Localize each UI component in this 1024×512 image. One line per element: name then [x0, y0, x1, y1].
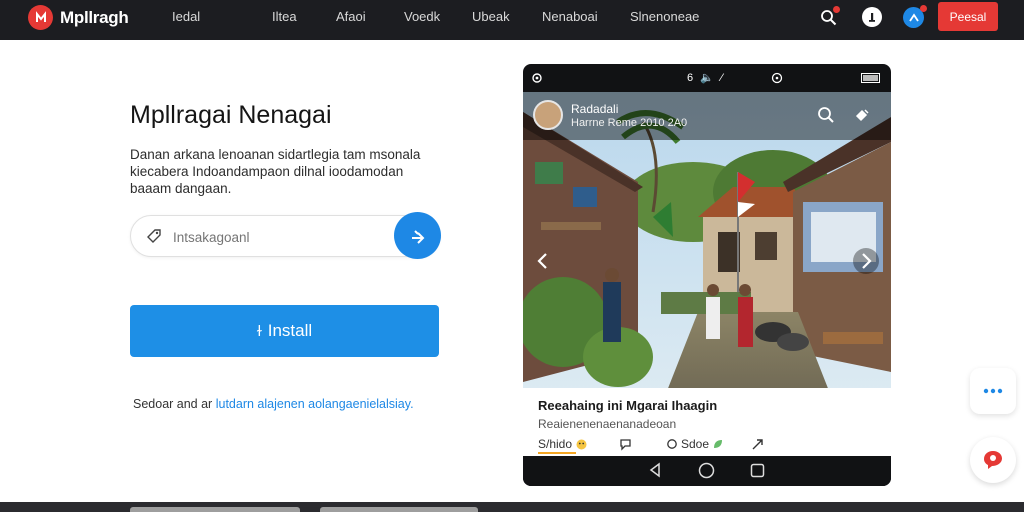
nav-item-1[interactable]: Iedal [172, 0, 200, 40]
camera-icon [771, 72, 783, 84]
share-action[interactable] [751, 436, 765, 452]
arrow-right-icon [411, 229, 424, 244]
status-indicators: 6 🔈 ⁄ [687, 72, 725, 84]
recents-icon[interactable] [750, 463, 765, 478]
like-icon [576, 439, 587, 449]
notification-dot [833, 6, 840, 13]
chevron-right-icon[interactable] [853, 248, 879, 274]
home-icon[interactable] [698, 462, 715, 479]
back-icon[interactable] [647, 462, 663, 478]
save-label: Sdoe [681, 437, 710, 451]
tag-icon [145, 227, 163, 245]
nav-item-3[interactable]: Afaoi [336, 0, 366, 40]
like-label: S/hido [538, 437, 573, 451]
search-submit-button[interactable] [394, 212, 441, 259]
footnote: Sedoar and ar lutdarn alajenen aolangaen… [133, 397, 414, 411]
share-icon [752, 439, 763, 450]
profile-icon[interactable] [862, 7, 882, 27]
leaf-icon [714, 440, 723, 448]
top-cta-button[interactable]: Peesal [938, 2, 998, 31]
account-icon[interactable] [903, 5, 927, 28]
save-action[interactable]: Sdoe [666, 436, 724, 452]
more-options-button[interactable] [970, 368, 1016, 414]
settings-icon [532, 73, 542, 83]
brand-name: Mpllragh [60, 7, 129, 27]
author-meta: Harrne Reme 2010 2A0 [571, 117, 688, 129]
phone-nav-bar [523, 456, 891, 486]
footnote-text: Sedoar and ar [133, 397, 213, 411]
search-input[interactable] [173, 226, 383, 248]
bottom-tab-2[interactable] [320, 507, 478, 512]
hero-description: Danan arkana lenoanan sidartlegia tam ms… [130, 147, 421, 196]
author-avatar[interactable] [533, 100, 563, 130]
save-icon [667, 439, 677, 449]
pin-icon[interactable] [853, 106, 873, 126]
ellipsis-icon [983, 388, 1003, 394]
nav-item-2[interactable]: Iltea [272, 0, 297, 40]
bottom-tab-1[interactable] [130, 507, 300, 512]
comment-action[interactable] [619, 436, 632, 452]
help-chat-button[interactable] [970, 437, 1016, 483]
install-icon: ɫ [256, 322, 262, 340]
brand-logo-icon [28, 5, 53, 30]
nav-item-4[interactable]: Voedk [404, 0, 440, 40]
post-header: Radadali Harrne Reme 2010 2A0 [523, 92, 891, 140]
account-notification-dot [920, 5, 927, 12]
nav-item-6[interactable]: Nenaboai [542, 0, 598, 40]
page-title: Mpllragai Nenagai [130, 101, 332, 129]
post-subtitle: Reaienenenaenanadeoan [538, 417, 677, 431]
like-underline [538, 452, 576, 454]
footnote-link[interactable]: lutdarn alajenen aolangaenielalsiay. [216, 397, 414, 411]
nav-item-7[interactable]: Slnenoneae [630, 0, 699, 40]
battery-icon [861, 73, 880, 83]
chat-help-icon [984, 451, 1002, 469]
phone-status-bar: 6 🔈 ⁄ [523, 64, 891, 92]
brand-logo[interactable]: Mpllragh [28, 5, 129, 30]
top-navigation-bar: Mpllragh Iedal Iltea Afaoi Voedk Ubeak N… [0, 0, 1024, 40]
author-name[interactable]: Radadali [571, 102, 618, 116]
install-button[interactable]: ɫ Install [130, 305, 439, 357]
search-icon[interactable] [817, 6, 840, 28]
search-icon[interactable] [817, 106, 837, 126]
install-label: Install [267, 321, 313, 340]
post-title[interactable]: Reeahaing ini Mgarai Ihaagin [538, 398, 717, 413]
like-action[interactable]: S/hido [538, 436, 588, 452]
nav-item-5[interactable]: Ubeak [472, 0, 510, 40]
chevron-left-icon[interactable] [531, 246, 555, 276]
comment-icon [620, 438, 631, 451]
phone-mockup: 6 🔈 ⁄ Radadali Harrne Reme 2010 2A0 Reea… [523, 64, 891, 486]
